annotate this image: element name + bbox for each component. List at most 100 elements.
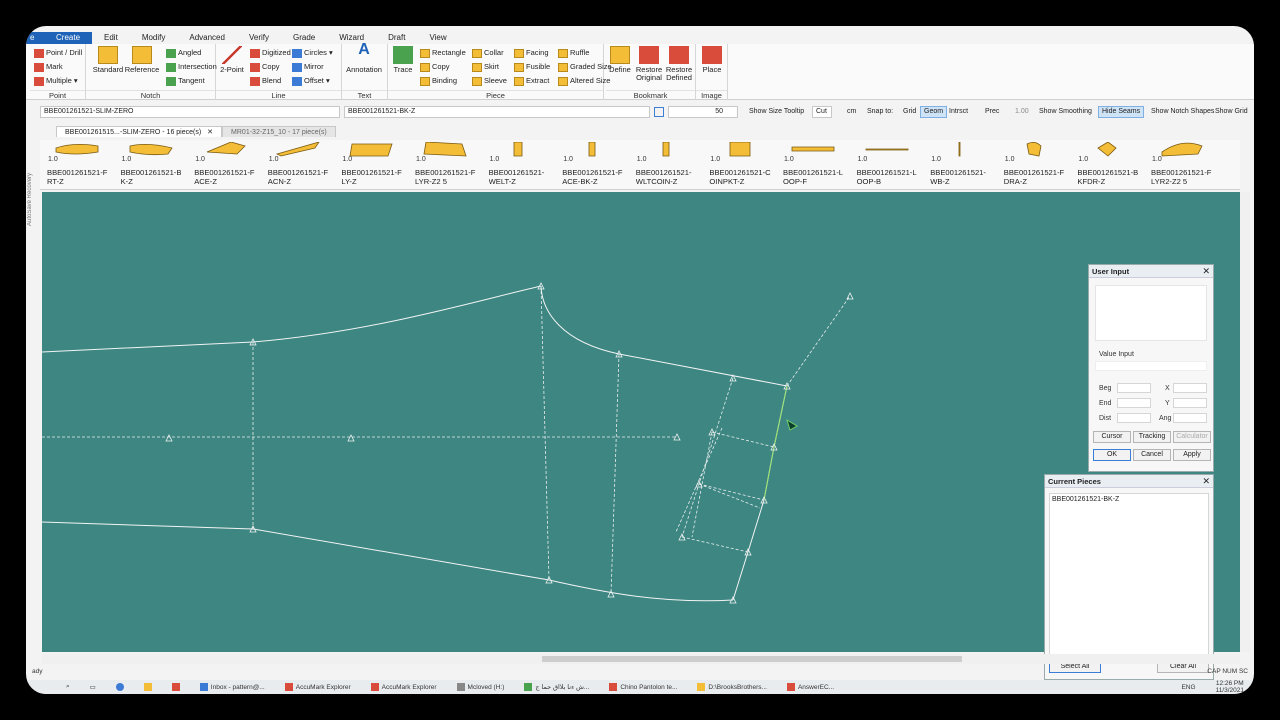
blend-button[interactable]: Blend xyxy=(250,75,281,87)
explorer-icon[interactable] xyxy=(134,683,162,691)
piece-thumbnail[interactable]: 1.0 BBE001261521-F LYR2-Z2 5 xyxy=(1148,140,1220,190)
beg-input[interactable] xyxy=(1117,383,1151,393)
ruffle-button[interactable]: Ruffle xyxy=(558,47,589,59)
digitized-button[interactable]: Digitized xyxy=(250,47,291,59)
style-name-field[interactable]: BBE001261521-SLIM-ZERO xyxy=(40,106,340,118)
list-item[interactable]: BBE001261521-BK-Z xyxy=(1050,494,1208,505)
zoom-select[interactable]: 50 xyxy=(668,106,738,118)
checkbox-icon[interactable] xyxy=(654,107,664,117)
piece-thumbnail[interactable]: 1.0 BBE001261521- WELT-Z xyxy=(486,140,558,190)
piece-thumbnail[interactable]: 1.0 BBE001261521-F ACE-Z xyxy=(191,140,263,190)
close-icon[interactable]: ✕ xyxy=(207,127,213,137)
tab-advanced[interactable]: Advanced xyxy=(177,32,237,44)
reference-notch-button[interactable]: Reference xyxy=(120,46,164,88)
cut-field[interactable]: Cut xyxy=(812,106,832,118)
extract-button[interactable]: Extract xyxy=(514,75,549,87)
hide-seams-button[interactable]: Hide Seams xyxy=(1098,106,1145,118)
sleeve-button[interactable]: Sleeve xyxy=(472,75,507,87)
taskbar-app-button[interactable]: AccuMark Explorer xyxy=(361,683,447,691)
intersection-notch-button[interactable]: Intersection xyxy=(166,61,217,73)
doc-tab-mr01[interactable]: MR01-32-Z15_10 - 17 piece(s) xyxy=(222,126,336,137)
piece-thumbnail[interactable]: 1.0 BBE001261521-L OOP-F xyxy=(780,140,852,190)
graded-size-button[interactable]: Graded Size xyxy=(558,61,612,73)
prec-button[interactable]: Prec xyxy=(982,106,1002,118)
piece-thumbnail[interactable]: 1.0 BBE001261521- WB-Z xyxy=(927,140,999,190)
prec-value[interactable]: 1.00 xyxy=(1012,106,1032,118)
end-input[interactable] xyxy=(1117,398,1151,408)
altered-size-button[interactable]: Altered Size xyxy=(558,75,610,87)
snap-grid-button[interactable]: Grid xyxy=(900,106,919,118)
piece-thumbnail[interactable]: 1.0 BBE001261521-B KFDR-Z xyxy=(1074,140,1146,190)
fusible-button[interactable]: Fusible xyxy=(514,61,550,73)
vertical-scrollbar[interactable] xyxy=(1240,192,1250,652)
pieces-list[interactable]: BBE001261521-BK-Z xyxy=(1049,493,1209,655)
taskbar-app-button[interactable]: D:\BrooksBrothers... xyxy=(687,683,777,691)
piece-thumbnail[interactable]: 1.0 BBE001261521-C OINPKT-Z xyxy=(706,140,778,190)
show-grid-button[interactable]: Show Grid xyxy=(1212,106,1251,118)
snap-intrsct-button[interactable]: Intrsct xyxy=(946,106,971,118)
offset-button[interactable]: Offset ▾ xyxy=(292,75,330,87)
tab-view[interactable]: View xyxy=(417,32,458,44)
chrome-icon[interactable] xyxy=(106,683,134,691)
trace-button[interactable]: Trace xyxy=(388,46,418,88)
piece-thumbnail[interactable]: 1.0 BBE001261521-F LY-Z xyxy=(338,140,410,190)
value-input-field[interactable] xyxy=(1095,361,1207,371)
angled-notch-button[interactable]: Angled xyxy=(166,47,201,59)
ang-input[interactable] xyxy=(1173,413,1207,423)
doc-tab-slim-zero[interactable]: BBE001261515...-SLIM-ZERO - 16 piece(s) ✕ xyxy=(56,126,223,137)
tab-edit[interactable]: Edit xyxy=(92,32,130,44)
piece-name-field[interactable]: BBE001261521-BK-Z xyxy=(344,106,650,118)
ok-button[interactable]: OK xyxy=(1093,449,1131,461)
point-drill-button[interactable]: Point / Drill xyxy=(34,47,82,59)
tangent-notch-button[interactable]: Tangent xyxy=(166,75,205,87)
show-notch-shapes-button[interactable]: Show Notch Shapes xyxy=(1148,106,1217,118)
taskbar-app-button[interactable]: Chino Pantolon te... xyxy=(599,683,687,691)
place-image-button[interactable]: Place xyxy=(696,46,728,88)
piece-thumbnail[interactable]: 1.0 BBE001261521-B K-Z xyxy=(118,140,190,190)
cursor-button[interactable]: Cursor xyxy=(1093,431,1131,443)
piece-thumbnail[interactable]: 1.0 BBE001261521- WLTCOIN-Z xyxy=(633,140,705,190)
restore-original-button[interactable]: Restore Original xyxy=(634,46,664,88)
taskview-icon[interactable]: ▭ xyxy=(80,683,106,691)
work-area-canvas[interactable]: User Input ✕ Value Input Beg X End Y Dist… xyxy=(42,192,1240,680)
autosave-recovery-tab[interactable]: AutoSave Recovery xyxy=(27,106,37,226)
horizontal-scrollbar[interactable] xyxy=(42,654,1240,664)
taskbar-app-button[interactable]: ش ءنا بلااق حما ج... xyxy=(514,683,599,691)
annotation-button[interactable]: A Annotation xyxy=(344,42,384,88)
tab-create[interactable]: Create xyxy=(44,32,93,44)
tab-file[interactable]: e xyxy=(26,32,44,44)
tab-draft[interactable]: Draft xyxy=(376,32,417,44)
taskbar-app-button[interactable]: Inbox - pattern@... xyxy=(190,683,275,691)
mark-button[interactable]: Mark xyxy=(34,61,63,73)
taskbar-app-button[interactable]: Mcloved (H:) xyxy=(447,683,515,691)
app-icon[interactable] xyxy=(162,683,190,691)
language-indicator[interactable]: ENG xyxy=(1171,684,1205,691)
show-smoothing-button[interactable]: Show Smoothing xyxy=(1036,106,1095,118)
piece-thumbnail[interactable]: 1.0 BBE001261521-F RT-Z xyxy=(44,140,116,190)
calculator-button[interactable]: Calculator xyxy=(1173,431,1211,443)
show-size-tooltip-button[interactable]: Show Size Tooltip xyxy=(746,106,807,118)
clock[interactable]: 12:26 PM 11/3/2021 xyxy=(1206,680,1254,694)
piece-thumbnail[interactable]: 1.0 BBE001261521-F DRA-Z xyxy=(1001,140,1073,190)
y-input[interactable] xyxy=(1173,398,1207,408)
piece-thumbnail[interactable]: 1.0 BBE001261521-L OOP-B xyxy=(854,140,926,190)
units-button[interactable]: cm xyxy=(844,106,859,118)
dist-input[interactable] xyxy=(1117,413,1151,423)
copy-piece-button[interactable]: Copy xyxy=(420,61,450,73)
piece-thumbnail[interactable]: 1.0 BBE001261521-F ACE-BK-Z xyxy=(559,140,631,190)
piece-thumbnail[interactable]: 1.0 BBE001261521-F ACN-Z xyxy=(265,140,337,190)
tab-grade[interactable]: Grade xyxy=(281,32,327,44)
piece-thumbnail[interactable]: 1.0 BBE001261521-F LYR-Z2 5 xyxy=(412,140,484,190)
restore-defined-button[interactable]: Restore Defined xyxy=(664,46,694,88)
cancel-button[interactable]: Cancel xyxy=(1133,449,1171,461)
two-point-line-button[interactable]: 2-Point xyxy=(216,46,248,88)
snap-geom-button[interactable]: Geom xyxy=(920,106,948,118)
tab-verify[interactable]: Verify xyxy=(237,32,281,44)
x-input[interactable] xyxy=(1173,383,1207,393)
apply-button[interactable]: Apply xyxy=(1173,449,1211,461)
mirror-button[interactable]: Mirror xyxy=(292,61,324,73)
close-icon[interactable]: ✕ xyxy=(1202,265,1210,278)
copy-line-button[interactable]: Copy xyxy=(250,61,280,73)
tab-modify[interactable]: Modify xyxy=(130,32,178,44)
search-icon[interactable]: ⌕ xyxy=(26,683,80,691)
